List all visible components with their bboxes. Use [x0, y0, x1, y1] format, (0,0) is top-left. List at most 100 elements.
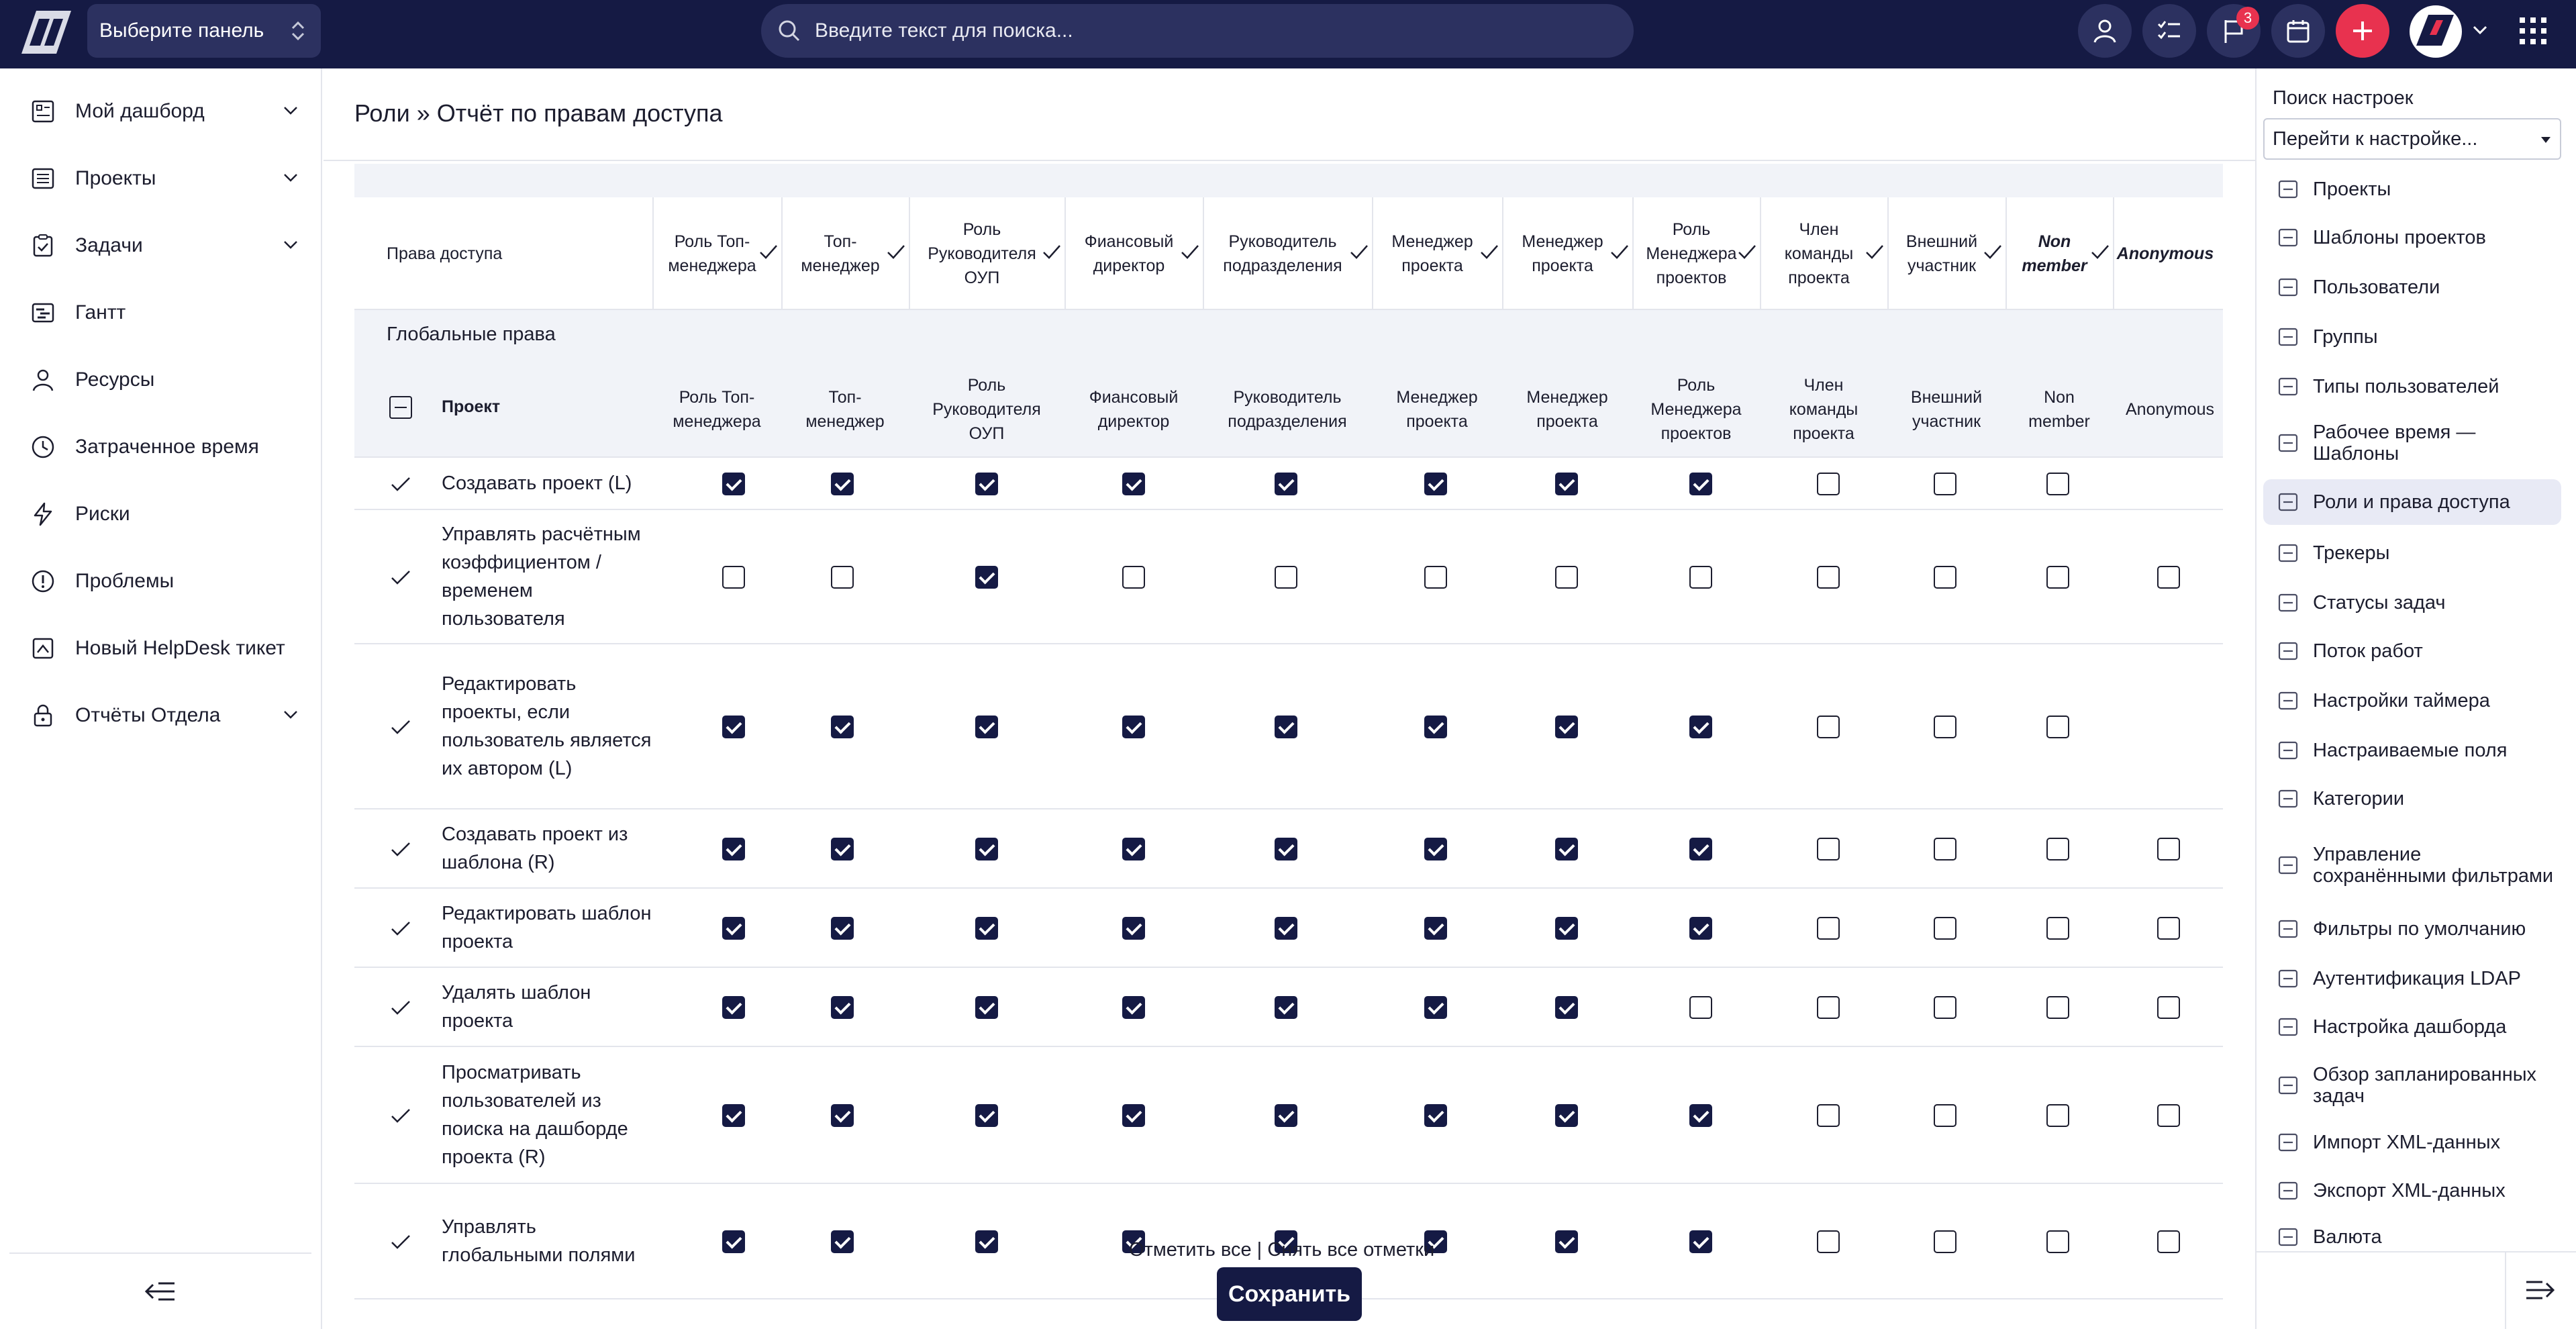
permission-checkbox[interactable] — [1555, 996, 1578, 1019]
permission-checkbox[interactable] — [1555, 716, 1578, 738]
settings-item[interactable]: Экспорт XML-данных — [2263, 1171, 2561, 1211]
chevron-down-icon[interactable] — [282, 172, 299, 184]
permission-checkbox[interactable] — [1275, 996, 1297, 1019]
calendar-button[interactable] — [2271, 4, 2325, 58]
sidebar-item-problems[interactable]: Проблемы — [0, 554, 322, 608]
settings-item[interactable]: Пользователи — [2263, 267, 2561, 307]
settings-item[interactable]: Роли и права доступа — [2263, 479, 2561, 525]
column-check-all-icon[interactable] — [886, 242, 906, 262]
chevron-down-icon[interactable] — [282, 239, 299, 251]
my-tasks-button[interactable] — [2142, 4, 2196, 58]
permission-checkbox[interactable] — [722, 566, 745, 589]
settings-item[interactable]: Типы пользователей — [2263, 366, 2561, 407]
permission-checkbox[interactable] — [1934, 838, 1956, 860]
permission-checkbox[interactable] — [2046, 1104, 2069, 1127]
settings-item[interactable]: Статусы задач — [2263, 583, 2561, 623]
expand-sidebar-icon[interactable] — [2525, 1277, 2556, 1303]
permission-checkbox[interactable] — [831, 1104, 854, 1127]
column-check-all-icon[interactable] — [1609, 242, 1630, 262]
permission-checkbox[interactable] — [975, 917, 998, 940]
row-check-all-icon[interactable] — [389, 917, 412, 940]
permission-checkbox[interactable] — [1689, 996, 1712, 1019]
column-check-all-icon[interactable] — [1983, 242, 2003, 262]
permission-checkbox[interactable] — [1122, 566, 1145, 589]
column-check-all-icon[interactable] — [1349, 242, 1369, 262]
sidebar-item-risks[interactable]: Риски — [0, 487, 322, 541]
column-check-all-icon[interactable] — [1479, 242, 1499, 262]
permission-checkbox[interactable] — [1275, 917, 1297, 940]
permission-checkbox[interactable] — [831, 1230, 854, 1253]
permission-checkbox[interactable] — [1122, 1104, 1145, 1127]
permission-checkbox[interactable] — [975, 838, 998, 860]
settings-item[interactable]: Поток работ — [2263, 631, 2561, 671]
settings-select[interactable]: Перейти к настройке... — [2263, 118, 2561, 160]
permission-checkbox[interactable] — [1122, 838, 1145, 860]
permission-checkbox[interactable] — [2157, 838, 2180, 860]
permission-checkbox[interactable] — [975, 716, 998, 738]
sidebar-item-tasks[interactable]: Задачи — [0, 219, 322, 273]
sidebar-item-projects[interactable]: Проекты — [0, 152, 322, 205]
avatar[interactable] — [2410, 5, 2462, 58]
settings-item[interactable]: Трекеры — [2263, 533, 2561, 573]
permission-checkbox[interactable] — [1275, 838, 1297, 860]
permission-checkbox[interactable] — [1689, 838, 1712, 860]
permission-checkbox[interactable] — [1424, 917, 1447, 940]
permission-checkbox[interactable] — [975, 1104, 998, 1127]
panel-select[interactable]: Выберите панель — [87, 4, 321, 58]
permission-checkbox[interactable] — [1689, 716, 1712, 738]
notifications-button[interactable]: 3 — [2207, 4, 2261, 58]
profile-button[interactable] — [2078, 4, 2132, 58]
permission-checkbox[interactable] — [2046, 996, 2069, 1019]
row-check-all-icon[interactable] — [389, 566, 412, 589]
permission-checkbox[interactable] — [2157, 1104, 2180, 1127]
permission-checkbox[interactable] — [1555, 917, 1578, 940]
permission-checkbox[interactable] — [975, 996, 998, 1019]
permission-checkbox[interactable] — [1424, 473, 1447, 495]
permission-checkbox[interactable] — [1689, 1230, 1712, 1253]
column-check-all-icon[interactable] — [758, 242, 779, 262]
permission-checkbox[interactable] — [1817, 996, 1840, 1019]
permission-checkbox[interactable] — [2157, 917, 2180, 940]
permission-checkbox[interactable] — [1689, 1104, 1712, 1127]
permission-checkbox[interactable] — [722, 996, 745, 1019]
permission-checkbox[interactable] — [1689, 917, 1712, 940]
permission-checkbox[interactable] — [831, 917, 854, 940]
permission-checkbox[interactable] — [1689, 473, 1712, 495]
permission-checkbox[interactable] — [1817, 566, 1840, 589]
permission-checkbox[interactable] — [975, 473, 998, 495]
permission-checkbox[interactable] — [1817, 917, 1840, 940]
permission-checkbox[interactable] — [1934, 1104, 1956, 1127]
save-button[interactable]: Сохранить — [1217, 1267, 1362, 1321]
permission-checkbox[interactable] — [1555, 566, 1578, 589]
settings-item[interactable]: Шаблоны проектов — [2263, 217, 2561, 258]
permission-checkbox[interactable] — [1122, 917, 1145, 940]
permission-checkbox[interactable] — [1275, 473, 1297, 495]
permission-checkbox[interactable] — [1424, 996, 1447, 1019]
sidebar-item-helpdesk[interactable]: Новый HelpDesk тикет — [0, 622, 322, 675]
add-button[interactable] — [2336, 4, 2389, 58]
settings-item[interactable]: Категории — [2263, 779, 2561, 819]
permission-checkbox[interactable] — [1275, 566, 1297, 589]
permission-checkbox[interactable] — [722, 1104, 745, 1127]
permission-checkbox[interactable] — [1934, 1230, 1956, 1253]
permission-checkbox[interactable] — [2046, 1230, 2069, 1253]
toggle-all-checkbox[interactable] — [389, 396, 412, 419]
permission-checkbox[interactable] — [1122, 473, 1145, 495]
settings-item[interactable]: Настройка дашборда — [2263, 1007, 2561, 1047]
app-logo[interactable] — [15, 9, 71, 54]
settings-item[interactable]: Фильтры по умолчанию — [2263, 909, 2561, 949]
permission-checkbox[interactable] — [1934, 996, 1956, 1019]
settings-item[interactable]: Аутентификация LDAP — [2263, 958, 2561, 999]
permission-checkbox[interactable] — [1424, 566, 1447, 589]
settings-item[interactable]: Валюта — [2263, 1220, 2561, 1254]
permission-checkbox[interactable] — [1424, 838, 1447, 860]
permission-checkbox[interactable] — [1424, 716, 1447, 738]
permission-checkbox[interactable] — [831, 838, 854, 860]
sidebar-item-gantt[interactable]: Гантт — [0, 286, 322, 340]
search-input[interactable]: Введите текст для поиска... — [761, 4, 1634, 58]
settings-item[interactable]: Обзор запланированных задач — [2263, 1056, 2561, 1114]
permission-checkbox[interactable] — [975, 1230, 998, 1253]
permission-checkbox[interactable] — [1934, 473, 1956, 495]
permission-checkbox[interactable] — [1817, 1104, 1840, 1127]
permission-checkbox[interactable] — [831, 473, 854, 495]
